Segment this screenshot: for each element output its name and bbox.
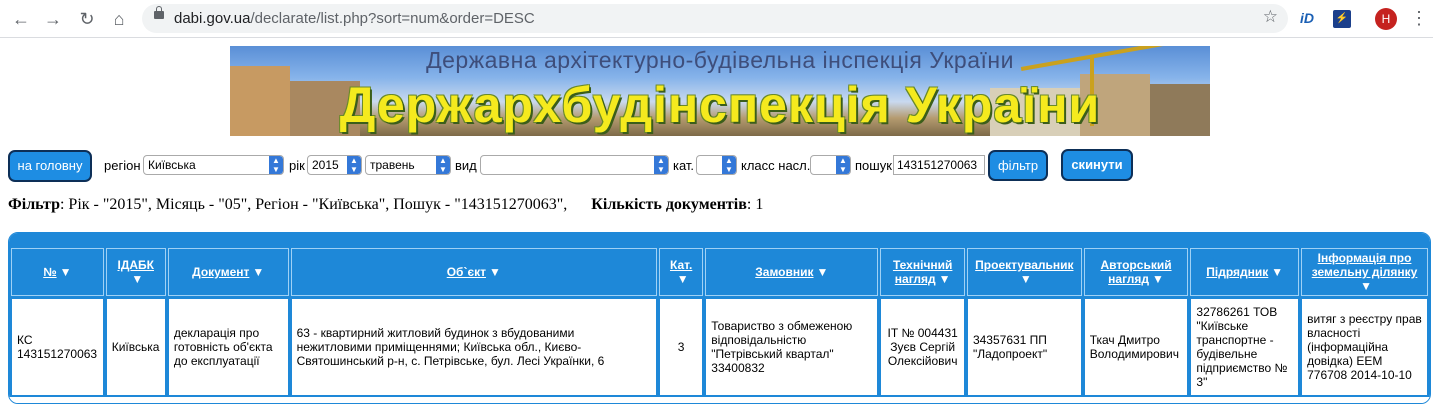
- menu-dots-icon[interactable]: ⋮: [1410, 8, 1428, 28]
- chevron-updown-icon: ▲ ▼: [654, 156, 668, 174]
- sort-down-icon: ▼: [1360, 279, 1372, 293]
- cell-category: 3: [659, 298, 704, 396]
- sort-down-icon: ▼: [1152, 272, 1164, 286]
- url-text[interactable]: dabi.gov.ua/declarate/list.php?sort=num&…: [174, 10, 535, 27]
- home-icon[interactable]: ⌂: [108, 8, 130, 30]
- reset-button[interactable]: скинути: [1061, 149, 1133, 181]
- sort-header-tech-supervision[interactable]: Технічний нагляд ▼: [880, 248, 965, 296]
- sort-down-icon: ▼: [131, 272, 144, 286]
- back-icon[interactable]: ←: [10, 8, 32, 30]
- sort-header-author-supervision[interactable]: Авторський нагляд ▼: [1083, 248, 1189, 296]
- sort-header-contractor[interactable]: Підрядник ▼: [1190, 248, 1300, 296]
- cell-object: 63 - квартирний житловий будинок з вбудо…: [290, 298, 657, 396]
- region-label: регіон: [104, 158, 141, 173]
- sort-down-icon: ▼: [1271, 265, 1284, 279]
- cell-number: КС 143151270063: [11, 298, 104, 396]
- document-count-label: Кількість документів: [591, 196, 747, 213]
- search-input[interactable]: [893, 155, 985, 175]
- search-label: пошук: [855, 158, 892, 173]
- sort-header-document[interactable]: Документ ▼: [167, 248, 289, 296]
- sort-down-icon: ▼: [676, 272, 689, 286]
- filter-summary: Фільтр: Рік - "2015", Місяць - "05", Рег…: [8, 196, 763, 214]
- chevron-updown-icon: ▲ ▼: [722, 156, 736, 174]
- table-header-row: № ▼ ІДАБК▼ Документ ▼ Об`єкт ▼ Кат.▼ Замовн…: [11, 248, 1428, 296]
- forward-icon[interactable]: →: [42, 8, 64, 30]
- filter-button[interactable]: фільтр: [988, 150, 1048, 181]
- month-select[interactable]: травень ▲ ▼: [365, 155, 451, 175]
- profile-avatar[interactable]: H: [1375, 8, 1397, 30]
- chevron-updown-icon: ▲ ▼: [836, 156, 850, 174]
- cell-designer: 34357631 ПП "Ладопроект": [966, 298, 1082, 396]
- cell-idabk: Київська: [105, 298, 166, 396]
- chevron-updown-icon: ▲ ▼: [347, 156, 361, 174]
- banner-title: Держархбудінспекція України: [339, 77, 1101, 133]
- table-row: КС 143151270063 Київська декларація про …: [11, 298, 1428, 396]
- category-label: кат.: [673, 158, 695, 173]
- chevron-updown-icon: ▲ ▼: [436, 156, 450, 174]
- sort-down-icon: ▼: [252, 265, 265, 279]
- browser-toolbar: ← → ↻ ⌂ dabi.gov.ua/declarate/list.php?s…: [0, 0, 1433, 38]
- category-select[interactable]: ▲ ▼: [696, 155, 737, 175]
- banner-subtitle: Державна архітектурно-будівельна інспекц…: [426, 47, 1014, 73]
- chevron-updown-icon: ▲ ▼: [269, 156, 283, 174]
- cell-contractor: 32786261 ТОВ "Київське транспортне - буд…: [1190, 298, 1300, 396]
- sort-header-land-info[interactable]: Інформація про земельну ділянку▼: [1301, 248, 1428, 296]
- type-select[interactable]: ▲ ▼: [480, 155, 669, 175]
- sort-header-idabk[interactable]: ІДАБК▼: [105, 248, 166, 296]
- filter-summary-label: Фільтр: [8, 196, 60, 213]
- cell-author-supervision: Ткач Дмитро Володимирович: [1083, 298, 1189, 396]
- sort-down-icon: ▼: [1019, 272, 1032, 286]
- sort-header-designer[interactable]: Проектувальник▼: [966, 248, 1082, 296]
- address-bar[interactable]: dabi.gov.ua/declarate/list.php?sort=num&…: [142, 4, 1288, 33]
- class-select[interactable]: ▲ ▼: [810, 155, 851, 175]
- reload-icon[interactable]: ↻: [76, 8, 98, 30]
- extension-id-icon[interactable]: iD: [1300, 10, 1314, 26]
- home-button[interactable]: на головну: [8, 150, 92, 182]
- year-select[interactable]: 2015 ▲ ▼: [307, 155, 362, 175]
- year-label: рік: [289, 158, 305, 173]
- filter-summary-text: : Рік - "2015", Місяць - "05", Регіон - …: [59, 196, 568, 213]
- sort-down-icon: ▼: [488, 265, 501, 279]
- document-count-value: : 1: [746, 196, 764, 213]
- sort-header-number[interactable]: № ▼: [11, 248, 104, 296]
- sort-header-object[interactable]: Об`єкт ▼: [290, 248, 657, 296]
- type-label: вид: [455, 158, 477, 173]
- cell-tech-supervision: ІТ № 004431 Зуєв Сергій Олексійович: [880, 298, 965, 396]
- region-select[interactable]: Київська ▲ ▼: [143, 155, 284, 175]
- sort-down-icon: ▼: [816, 265, 829, 279]
- extension-icon[interactable]: ⚡: [1333, 10, 1351, 28]
- results-table-panel: № ▼ ІДАБК▼ Документ ▼ Об`єкт ▼ Кат.▼ Замовн…: [8, 232, 1431, 404]
- sort-down-icon: ▼: [938, 272, 951, 286]
- bookmark-star-icon[interactable]: ☆: [1263, 7, 1278, 27]
- cell-document: декларація про готовність об'єкта до екс…: [167, 298, 289, 396]
- class-label: класс насл.: [741, 158, 811, 173]
- lock-icon: [154, 6, 164, 19]
- sort-down-icon: ▼: [59, 265, 72, 279]
- sort-header-customer[interactable]: Замовник ▼: [705, 248, 879, 296]
- cell-customer: Товариство з обмеженою відповідальністю …: [705, 298, 879, 396]
- results-table: № ▼ ІДАБК▼ Документ ▼ Об`єкт ▼ Кат.▼ Замовн…: [9, 246, 1430, 398]
- cell-land-info: витяг з реєстру прав власності (інформац…: [1301, 298, 1428, 396]
- site-banner: Державна архітектурно-будівельна інспекц…: [230, 46, 1210, 136]
- sort-header-category[interactable]: Кат.▼: [659, 248, 704, 296]
